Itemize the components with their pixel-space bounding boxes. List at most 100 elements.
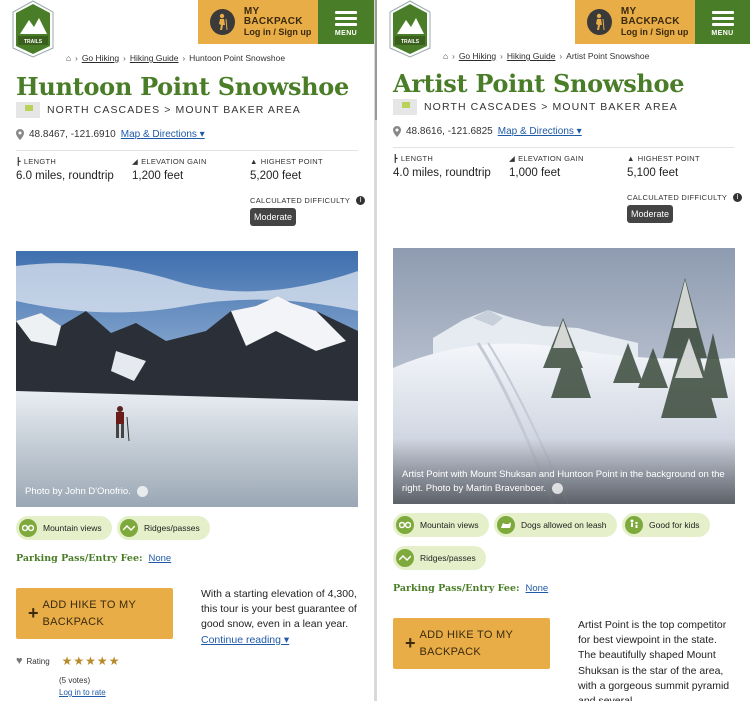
signpost-icon: ┣ xyxy=(16,157,21,166)
breadcrumb-hiking-guide[interactable]: Hiking Guide xyxy=(507,51,556,61)
elevation-icon: ◢ xyxy=(509,154,516,163)
ridge-icon xyxy=(120,519,138,537)
map-directions-link[interactable]: Map & Directions ▾ xyxy=(498,126,582,137)
wta-logo[interactable]: TRAILS xyxy=(389,0,431,58)
difficulty-badge: Moderate xyxy=(250,208,297,226)
votes-count: (5 votes) xyxy=(59,676,91,685)
stat-difficulty: CALCULATED DIFFICULTY i Moderate xyxy=(627,193,743,223)
photo-caption: Photo by John D'Onofrio. xyxy=(25,485,349,498)
elevation-icon: ◢ xyxy=(132,157,139,166)
hiker-icon xyxy=(210,9,235,35)
feature-ridges-passes[interactable]: Ridges/passes xyxy=(393,546,486,570)
hamburger-icon xyxy=(335,8,357,29)
breadcrumb-go-hiking[interactable]: Go Hiking xyxy=(459,51,496,61)
site-header: TRAILS MY BACKPACK Log in / Sign up MENU xyxy=(377,0,750,58)
feature-good-for-kids[interactable]: Good for kids xyxy=(622,513,710,537)
stat-highest-point: ▲ HIGHEST POINT 5,100 feet xyxy=(627,154,700,179)
feature-label: Mountain views xyxy=(43,523,102,533)
menu-label: MENU xyxy=(334,29,358,37)
menu-button[interactable]: MENU xyxy=(695,0,750,44)
region-map-icon xyxy=(16,102,40,118)
stat-length: ┣ LENGTH 4.0 miles, roundtrip xyxy=(393,154,491,179)
length-label: LENGTH xyxy=(23,157,57,166)
coords-text: 48.8467, -121.6910 xyxy=(29,129,116,140)
stat-length: ┣ LENGTH 6.0 miles, roundtrip xyxy=(16,157,114,182)
rating-stars[interactable]: ★★★★★ xyxy=(62,654,121,668)
page-title: Artist Point Snowshoe xyxy=(393,69,685,98)
difficulty-label: CALCULATED DIFFICULTY xyxy=(627,193,728,202)
hike-description: With a starting elevation of 4,300, this… xyxy=(201,587,359,648)
continue-reading-link[interactable]: Continue reading ▾ xyxy=(201,634,289,646)
region: NORTH CASCADES > MOUNT BAKER AREA xyxy=(16,102,301,118)
home-icon[interactable]: ⌂ xyxy=(443,51,448,61)
zoom-icon[interactable] xyxy=(136,485,148,497)
feature-dogs-allowed[interactable]: Dogs allowed on leash xyxy=(494,513,617,537)
hike-photo[interactable]: Photo by John D'Onofrio. xyxy=(16,251,358,507)
breadcrumb-go-hiking[interactable]: Go Hiking xyxy=(82,53,119,63)
svg-text:TRAILS: TRAILS xyxy=(401,39,420,45)
breadcrumb-hiking-guide[interactable]: Hiking Guide xyxy=(130,53,179,63)
chevron-right-icon: › xyxy=(182,53,186,63)
my-backpack-button[interactable]: MY BACKPACK Log in / Sign up xyxy=(198,0,318,44)
chevron-right-icon: › xyxy=(452,51,455,61)
info-icon[interactable]: i xyxy=(356,196,366,205)
parking-fee: Parking Pass/Entry Fee: None xyxy=(16,553,171,564)
high-label: HIGHEST POINT xyxy=(637,154,700,163)
hike-photo[interactable]: Artist Point with Mount Shuksan and Hunt… xyxy=(393,248,735,504)
feature-label: Mountain views xyxy=(420,520,479,530)
feature-mountain-views[interactable]: Mountain views xyxy=(16,516,112,540)
my-backpack-button[interactable]: MY BACKPACK Log in / Sign up xyxy=(575,0,695,44)
chevron-right-icon: › xyxy=(75,53,78,63)
info-icon[interactable]: i xyxy=(733,193,743,202)
fee-label: Parking Pass/Entry Fee: xyxy=(393,583,520,594)
feature-label: Dogs allowed on leash xyxy=(521,520,607,530)
hiker-icon xyxy=(587,9,612,35)
add-to-backpack-button[interactable]: + ADD HIKE TO MY BACKPACK xyxy=(393,618,550,669)
feature-label: Good for kids xyxy=(649,520,700,530)
map-directions-link[interactable]: Map & Directions ▾ xyxy=(121,129,205,140)
difficulty-label: CALCULATED DIFFICULTY xyxy=(250,196,351,205)
wta-logo[interactable]: TRAILS xyxy=(12,0,54,58)
region-text: NORTH CASCADES > MOUNT BAKER AREA xyxy=(47,104,301,116)
add-button-line1: ADD HIKE TO MY xyxy=(42,599,137,611)
add-to-backpack-button[interactable]: + ADD HIKE TO MY BACKPACK xyxy=(16,588,173,639)
add-button-line2: BACKPACK xyxy=(42,615,105,628)
breadcrumb: ⌂ › Go Hiking › Hiking Guide › Huntoon P… xyxy=(66,53,285,63)
region-text: NORTH CASCADES > MOUNT BAKER AREA xyxy=(424,101,678,113)
chevron-right-icon: › xyxy=(500,51,503,61)
stat-elevation-gain: ◢ ELEVATION GAIN 1,000 feet xyxy=(509,154,584,179)
feature-mountain-views[interactable]: Mountain views xyxy=(393,513,489,537)
map-pin-icon xyxy=(16,129,24,140)
dog-icon xyxy=(497,516,515,534)
zoom-icon[interactable] xyxy=(551,482,563,494)
fee-none-link[interactable]: None xyxy=(149,553,172,564)
login-signup-link[interactable]: Log in / Sign up xyxy=(621,27,695,37)
menu-button[interactable]: MENU xyxy=(318,0,374,44)
backpack-title: MY BACKPACK xyxy=(620,5,680,28)
right-page: TRAILS MY BACKPACK Log in / Sign up MENU… xyxy=(377,0,750,701)
page-title: Huntoon Point Snowshoe xyxy=(16,72,349,101)
fee-none-link[interactable]: None xyxy=(526,583,549,594)
fee-label: Parking Pass/Entry Fee: xyxy=(16,553,143,564)
home-icon[interactable]: ⌂ xyxy=(66,53,71,63)
plus-icon: + xyxy=(405,633,416,653)
breadcrumb-current: Artist Point Snowshoe xyxy=(566,51,650,61)
hamburger-icon xyxy=(711,8,734,29)
high-value: 5,100 feet xyxy=(627,167,679,179)
high-value: 5,200 feet xyxy=(250,170,302,182)
photo-caption-text: Photo by John D'Onofrio. xyxy=(25,485,131,497)
breadcrumb-current: Huntoon Point Snowshoe xyxy=(189,53,286,63)
kids-icon xyxy=(625,516,643,534)
svg-text:TRAILS: TRAILS xyxy=(24,39,43,45)
login-to-rate-link[interactable]: Log in to rate xyxy=(59,688,120,697)
login-signup-link[interactable]: Log in / Sign up xyxy=(244,27,318,37)
gain-value: 1,200 feet xyxy=(132,170,184,182)
gain-value: 1,000 feet xyxy=(509,167,561,179)
heart-icon: ♥ xyxy=(16,655,23,667)
difficulty-badge: Moderate xyxy=(627,205,674,223)
ridge-icon xyxy=(396,549,414,567)
feature-ridges-passes[interactable]: Ridges/passes xyxy=(117,516,210,540)
backpack-title: MY BACKPACK xyxy=(243,5,303,28)
divider xyxy=(16,150,358,151)
map-directions-label: Map & Directions xyxy=(120,129,197,140)
